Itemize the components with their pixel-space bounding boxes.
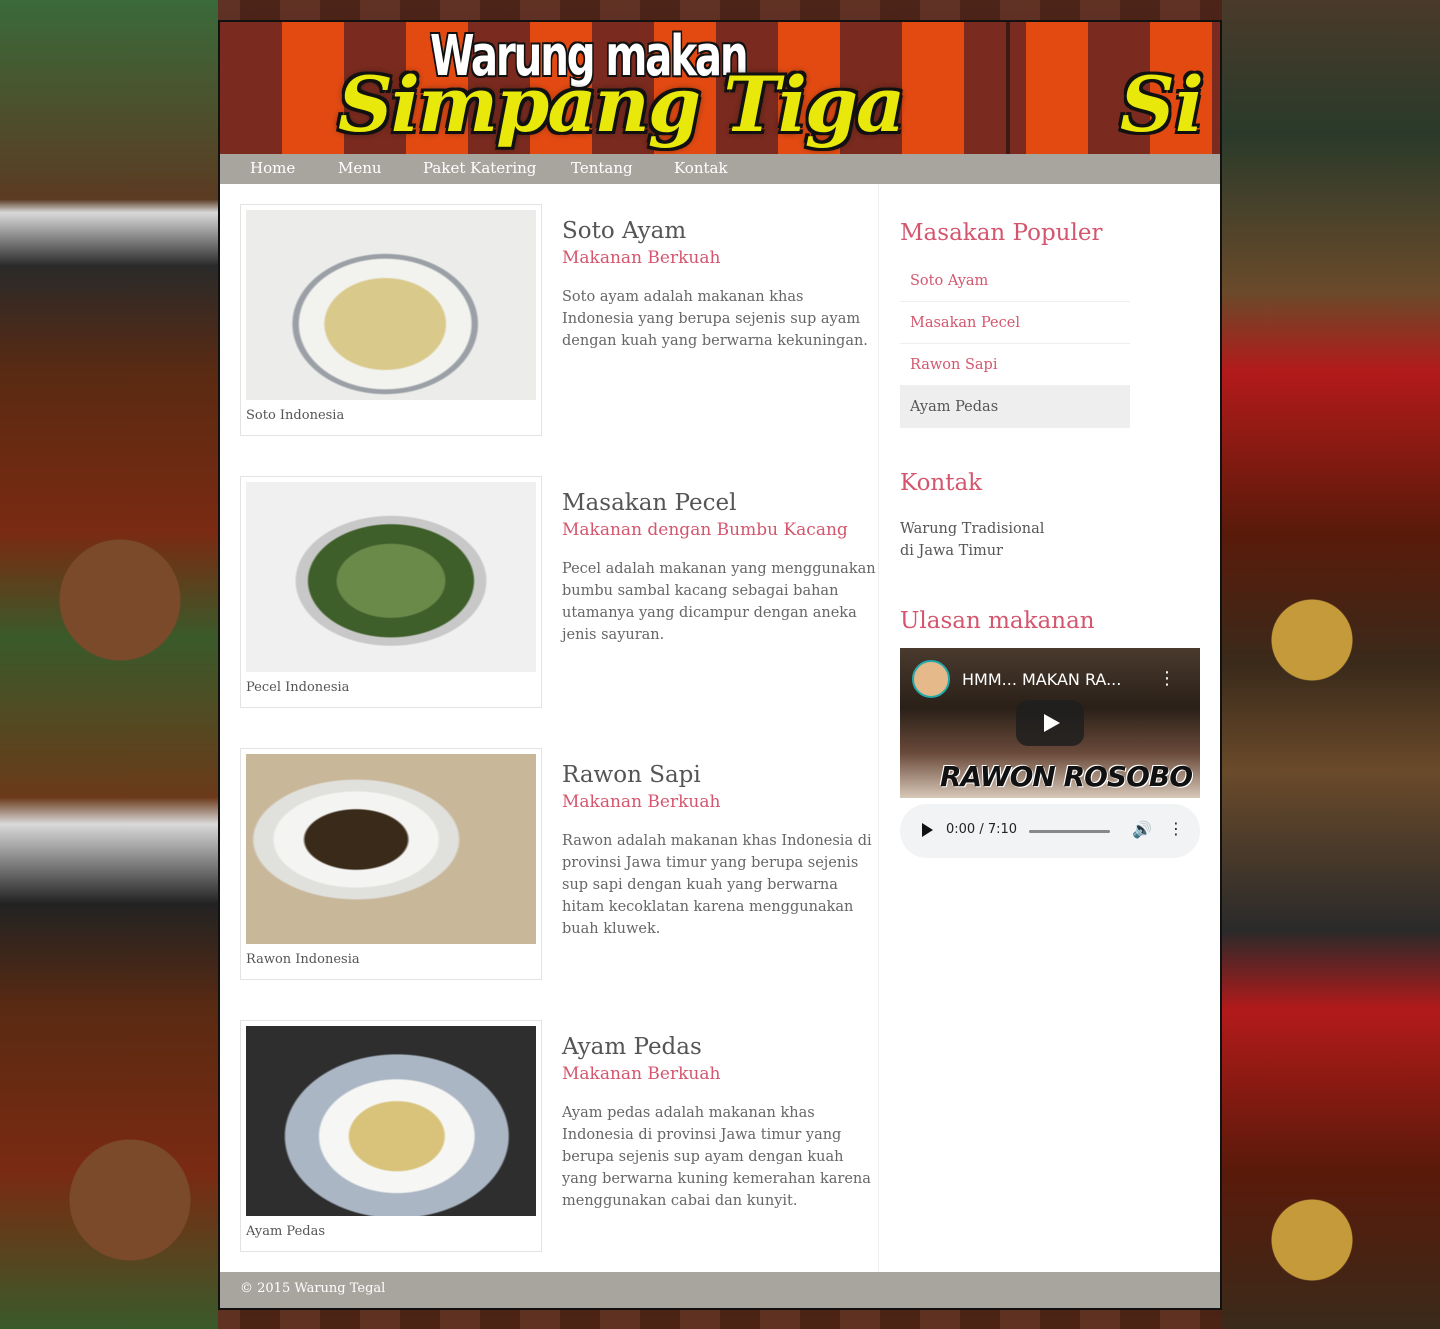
popular-list: Soto Ayam Masakan Pecel Rawon Sapi Ayam … [900, 260, 1130, 428]
popular-item-masakan-pecel[interactable]: Masakan Pecel [900, 302, 1130, 344]
post-masakan-pecel: Pecel Indonesia Masakan Pecel Makanan de… [240, 476, 880, 708]
ayam-pedas-image [246, 1026, 536, 1216]
figure-caption: Ayam Pedas [246, 1224, 326, 1239]
video-title[interactable]: HMM... MAKAN RA... [962, 670, 1121, 689]
rawon-image [246, 754, 536, 944]
post-text: Ayam pedas adalah makanan khas Indonesia… [562, 1105, 871, 1209]
banner-line2: Simpang Tiga [338, 60, 905, 149]
popular-item-soto-ayam[interactable]: Soto Ayam [900, 260, 1130, 302]
nav-home[interactable]: Home [250, 159, 295, 177]
video-embed[interactable]: HMM... MAKAN RA... ⋮ RAWON ROSOBO [900, 648, 1200, 798]
post-title: Ayam Pedas [562, 1034, 702, 1060]
post-subtitle: Makanan Berkuah [562, 248, 721, 268]
post-title: Masakan Pecel [562, 490, 737, 516]
post-figure: Pecel Indonesia [240, 476, 542, 708]
post-text: Pecel adalah makanan yang menggunakan bu… [562, 561, 876, 643]
soto-ayam-image [246, 210, 536, 400]
post-rawon-sapi: Rawon Indonesia Rawon Sapi Makanan Berku… [240, 748, 880, 980]
review-heading: Ulasan makanan [900, 608, 1095, 634]
post-subtitle: Makanan dengan Bumbu Kacang [562, 520, 848, 540]
post-text: Soto ayam adalah makanan khas Indonesia … [562, 289, 868, 349]
post-subtitle: Makanan Berkuah [562, 792, 721, 812]
background-left [0, 0, 218, 1329]
nav-tentang[interactable]: Tentang [571, 159, 633, 177]
header-banner: Warung makan Simpang Tiga Si [220, 22, 1220, 154]
main-nav: Home Menu Paket Katering Tentang Kontak [220, 154, 1220, 184]
video-thumbnail-caption: RAWON ROSOBO [940, 760, 1193, 793]
pecel-image [246, 482, 536, 672]
figure-caption: Soto Indonesia [246, 408, 345, 423]
contact-line: di Jawa Timur [900, 543, 1003, 559]
post-text: Rawon adalah makanan khas Indonesia di p… [562, 833, 872, 937]
contact-heading: Kontak [900, 470, 983, 496]
nav-paket-katering[interactable]: Paket Katering [423, 159, 536, 177]
more-vert-icon[interactable]: ⋮ [1168, 819, 1184, 838]
audio-progress-bar[interactable] [1029, 830, 1110, 833]
channel-avatar[interactable] [912, 660, 950, 698]
main-content: Soto Indonesia Soto Ayam Makanan Berkuah… [220, 184, 879, 1272]
audio-player: 0:00 / 7:10 🔊 ⋮ [900, 804, 1200, 858]
post-ayam-pedas: Ayam Pedas Ayam Pedas Makanan Berkuah Ay… [240, 1020, 880, 1252]
popular-item-ayam-pedas[interactable]: Ayam Pedas [900, 386, 1130, 428]
post-figure: Soto Indonesia [240, 204, 542, 436]
post-figure: Ayam Pedas [240, 1020, 542, 1252]
contact-text: Warung Tradisional di Jawa Timur [900, 518, 1044, 562]
more-vert-icon[interactable]: ⋮ [1158, 668, 1176, 689]
play-icon[interactable] [922, 823, 933, 837]
nav-kontak[interactable]: Kontak [674, 159, 728, 177]
banner-divider [1006, 22, 1010, 154]
post-title: Rawon Sapi [562, 762, 701, 788]
footer-copyright: © 2015 Warung Tegal [240, 1281, 386, 1296]
play-button-icon[interactable] [1016, 700, 1084, 746]
nav-menu[interactable]: Menu [338, 159, 382, 177]
figure-caption: Rawon Indonesia [246, 952, 360, 967]
popular-heading: Masakan Populer [900, 220, 1103, 246]
contact-line: Warung Tradisional [900, 521, 1045, 537]
popular-item-rawon-sapi[interactable]: Rawon Sapi [900, 344, 1130, 386]
page-container: Warung makan Simpang Tiga Si Home Menu P… [218, 20, 1222, 1310]
banner-line2-repeat: Si [1120, 60, 1204, 149]
post-figure: Rawon Indonesia [240, 748, 542, 980]
post-soto-ayam: Soto Indonesia Soto Ayam Makanan Berkuah… [240, 204, 880, 436]
post-subtitle: Makanan Berkuah [562, 1064, 721, 1084]
background-right [1222, 0, 1440, 1329]
footer: © 2015 Warung Tegal [220, 1272, 1220, 1308]
post-title: Soto Ayam [562, 218, 687, 244]
audio-time: 0:00 / 7:10 [946, 822, 1018, 837]
figure-caption: Pecel Indonesia [246, 680, 350, 695]
volume-icon[interactable]: 🔊 [1132, 820, 1152, 839]
